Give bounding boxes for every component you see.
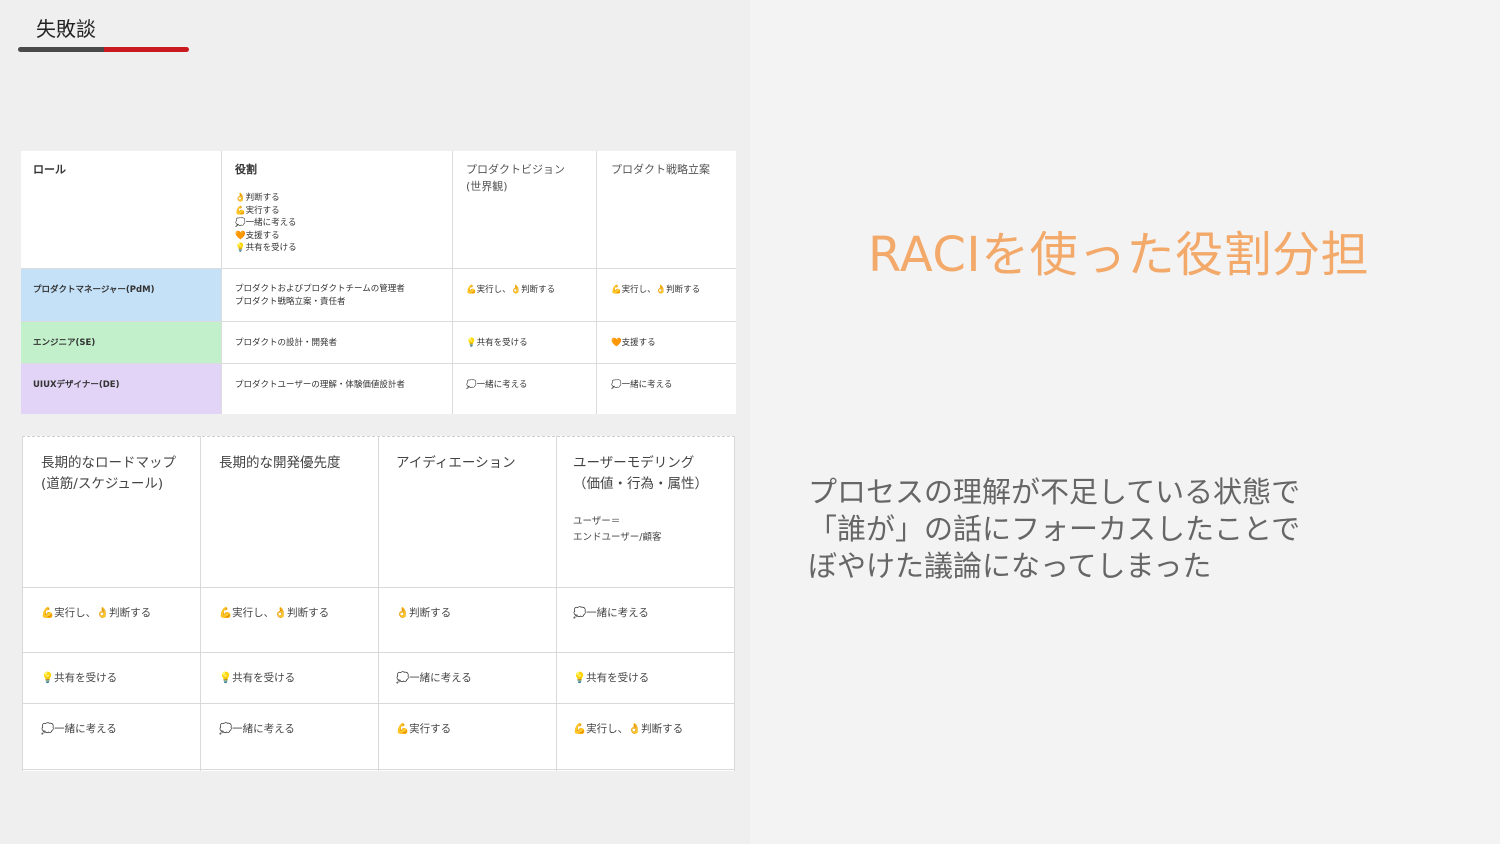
slide-header: 失敗談 (36, 17, 96, 41)
cell-r3-c3: 💪実行する (396, 723, 452, 735)
header-underline-dark (18, 47, 104, 52)
col-header-user-modeling: ユーザーモデリング （価値・行為・属性） (573, 455, 708, 492)
vision-pdm: 💪実行し、👌判断する (466, 285, 556, 295)
role-label-de: UIUXデザイナー(DE) (33, 380, 120, 390)
legend-think-together: 💭一緒に考える (235, 218, 297, 228)
header-underline-red (104, 47, 189, 52)
vision-se: 💡共有を受ける (466, 338, 528, 348)
cell-r3-c1: 💭一緒に考える (41, 723, 117, 735)
cell-r1-c4: 💭一緒に考える (573, 607, 649, 619)
raci-table-processes: 長期的なロードマップ (道筋/スケジュール) 長期的な開発優先度 アイディエーシ… (22, 436, 735, 771)
slide-body: プロセスの理解が不足している状態で 「誰が」の話にフォーカスしたことで ぼやけた… (808, 474, 1300, 585)
strategy-de: 💭一緒に考える (611, 380, 673, 390)
body-line-3: ぼやけた議論になってしまった (808, 549, 1212, 583)
cell-r1-c2: 💪実行し、👌判断する (219, 607, 330, 619)
col-header-strategy: プロダクト戦略立案 (611, 163, 710, 176)
cell-r2-c4: 💡共有を受ける (573, 672, 650, 684)
cell-r1-c1: 💪実行し、👌判断する (41, 607, 152, 619)
cell-r1-c3: 👌判断する (396, 607, 452, 619)
col-header-role: ロール (33, 163, 66, 176)
cell-r2-c1: 💡共有を受ける (41, 672, 118, 684)
col-header-duty: 役割 (235, 163, 257, 176)
strategy-pdm: 💪実行し、👌判断する (611, 285, 701, 295)
text-panel (750, 0, 1500, 844)
col-header-ideation: アイディエーション (396, 455, 516, 471)
strategy-se: 🧡支援する (611, 338, 656, 348)
role-desc-de: プロダクトユーザーの理解・体験価値設計者 (235, 380, 405, 390)
legend: 👌判断する 💪実行する 💭一緒に考える 🧡支援する 💡共有を受ける (235, 192, 297, 255)
role-desc-pdm: プロダクトおよびプロダクトチームの管理者 プロダクト戦略立案・責任者 (235, 284, 405, 307)
legend-support: 🧡支援する (235, 230, 280, 241)
role-label-se: エンジニア(SE) (33, 338, 96, 348)
cell-r3-c2: 💭一緒に考える (219, 723, 295, 735)
slide-title: RACIを使った役割分担 (868, 227, 1370, 283)
cell-r2-c3: 💭一緒に考える (396, 672, 472, 684)
vision-de: 💭一緒に考える (466, 380, 528, 390)
cell-r2-c2: 💡共有を受ける (219, 672, 296, 684)
col-header-roadmap: 長期的なロードマップ (道筋/スケジュール) (41, 455, 176, 492)
role-label-pdm: プロダクトマネージャー(PdM) (33, 285, 155, 295)
legend-decide: 👌判断する (235, 193, 280, 203)
col-header-priority: 長期的な開発優先度 (219, 455, 341, 471)
user-modeling-note: ユーザー＝ エンドユーザー/顧客 (573, 516, 662, 543)
legend-execute: 💪実行する (235, 205, 280, 216)
body-line-1: プロセスの理解が不足している状態で (808, 475, 1301, 509)
cell-r3-c4: 💪実行し、👌判断する (573, 723, 684, 735)
col-header-vision: プロダクトビジョン (世界観) (466, 163, 565, 193)
legend-share: 💡共有を受ける (235, 243, 297, 253)
role-desc-se: プロダクトの設計・開発者 (235, 338, 338, 348)
raci-table-roles: ロール 役割 👌判断する 💪実行する 💭一緒に考える 🧡支援する 💡共有を受ける… (21, 151, 736, 414)
body-line-2: 「誰が」の話にフォーカスしたことで (808, 512, 1301, 546)
